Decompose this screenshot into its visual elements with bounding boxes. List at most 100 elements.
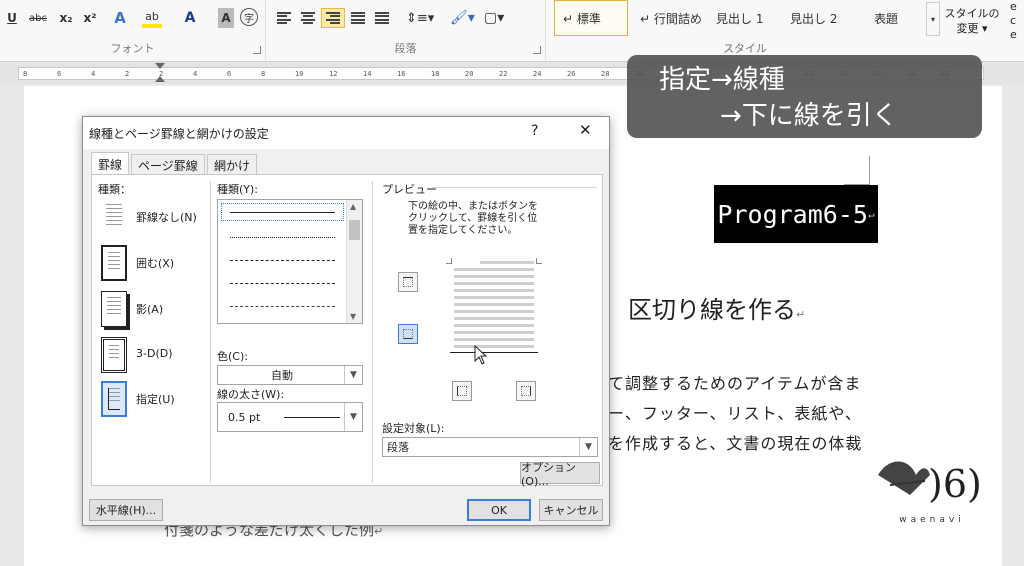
setting-label: 種類： (98, 183, 131, 196)
preview-area[interactable] (446, 258, 542, 365)
strikethrough-button[interactable]: abc (28, 8, 48, 28)
setting-none-icon (101, 199, 127, 235)
superscript-button[interactable]: x² (80, 8, 100, 28)
width-label: 線の太さ(W): (217, 388, 285, 401)
shading-icon[interactable]: 🖌▾ (450, 8, 475, 28)
font-dialog-launcher[interactable] (253, 46, 261, 54)
borders-and-shading-dialog: 線種とページ罫線と網かけの設定 ? ✕ 罫線 ページ罫線 網かけ 種類： 罫線な… (82, 116, 610, 526)
styles-group: ↵ 標準 ↵ 行間詰め 見出し 1 見出し 2 表題 ▾ スタイル (546, 0, 944, 60)
line-style-solid[interactable] (230, 212, 335, 213)
style-heading-1[interactable]: 見出し 1 (708, 0, 771, 36)
paragraph-mark: ↵ (796, 308, 806, 321)
margin-corner-mark (869, 156, 870, 184)
align-right-button[interactable] (321, 8, 345, 28)
line-style-dashed[interactable] (230, 260, 335, 261)
program-label-text: Program6-5 (717, 199, 868, 229)
chevron-down-icon: ▼ (344, 366, 362, 384)
preview-corner (446, 258, 452, 264)
style-heading-2[interactable]: 見出し 2 (782, 0, 845, 36)
change-styles-button[interactable]: スタイルの 変更 ▾ (944, 6, 1000, 36)
distributed-button[interactable] (372, 8, 392, 28)
close-button[interactable]: ✕ (579, 121, 592, 139)
subscript-button[interactable]: x₂ (56, 8, 76, 28)
line-style-dash-dot[interactable] (230, 306, 335, 307)
setting-custom-icon (101, 381, 127, 417)
ruler-tick-label: 8 (23, 70, 28, 78)
body-line-1: て調整するためのアイテムが含ま (608, 374, 862, 393)
char-shading-button[interactable]: A (218, 8, 234, 28)
mouse-cursor-icon (474, 345, 488, 365)
preview-bottom-border (450, 352, 538, 353)
line-style-list[interactable]: ▲ ▼ (217, 199, 363, 324)
svg-text:)6): )6) (928, 462, 982, 506)
bottom-border-button[interactable] (398, 324, 418, 344)
cancel-button[interactable]: キャンセル (539, 499, 603, 521)
ruler-tick-label: 8 (261, 70, 266, 78)
style-title[interactable]: 表題 (866, 0, 906, 36)
apply-to-value: 段落 (387, 441, 409, 454)
align-left-button[interactable] (274, 8, 294, 28)
styles-more-button[interactable]: ▾ (926, 2, 940, 36)
indent-marker-icon[interactable] (155, 63, 165, 69)
color-select[interactable]: 自動 ▼ (217, 365, 363, 385)
top-border-button[interactable] (398, 272, 418, 292)
style-normal[interactable]: ↵ 標準 (554, 0, 628, 36)
enclose-chars-button[interactable]: 字 (240, 8, 258, 26)
font-group-label: フォント (110, 42, 155, 55)
setting-custom-label: 指定(U) (136, 393, 175, 406)
underline-button[interactable]: U (2, 8, 22, 28)
scroll-down-icon[interactable]: ▼ (350, 312, 356, 321)
line-style-label: 種類(Y): (217, 183, 259, 196)
tab-page-border[interactable]: ページ罫線 (131, 154, 205, 175)
ruler-tick-label: 6 (57, 70, 62, 78)
font-color-button[interactable]: A (180, 8, 200, 28)
waenavi-logo: )6) waenavi (870, 445, 990, 530)
highlight-button[interactable]: ab (142, 8, 162, 28)
setting-shadow-label: 影(A) (136, 303, 164, 316)
ruler-tick-label: 18 (431, 70, 440, 78)
options-button[interactable]: オプション(O)... (520, 461, 600, 488)
width-sample-line (284, 417, 340, 418)
preview-rule (432, 187, 597, 188)
text-effects-button[interactable]: A (110, 8, 130, 28)
align-center-button[interactable] (298, 8, 318, 28)
scroll-thumb[interactable] (349, 220, 360, 240)
paragraph-mark: ↵ (867, 207, 875, 221)
paragraph-dialog-launcher[interactable] (533, 46, 541, 54)
ruler-tick-label: 14 (363, 70, 372, 78)
help-button[interactable]: ? (531, 123, 538, 139)
line-style-long-dash[interactable] (230, 283, 335, 284)
heading-text: 区切り線を作る (628, 296, 796, 324)
tab-shading[interactable]: 網かけ (207, 154, 258, 175)
scroll-up-icon[interactable]: ▲ (350, 202, 356, 211)
ruler-tick-label: 2 (125, 70, 130, 78)
change-styles-label-2: 変更 ▾ (956, 22, 988, 35)
line-style-dotted[interactable] (230, 237, 335, 238)
ok-button[interactable]: OK (467, 499, 531, 521)
setting-shadow-icon (101, 291, 127, 327)
styles-group-label: スタイル (723, 42, 767, 55)
ruler-tick-label: 28 (601, 70, 610, 78)
borders-icon[interactable]: ▢▾ (484, 8, 504, 28)
line-style-scrollbar[interactable]: ▲ ▼ (346, 200, 362, 323)
ribbon: U abc x₂ x² A ab A A 字 フォント ⇕≡▾ 🖌▾ ▢▾ 段落… (0, 0, 1024, 62)
horizontal-line-button[interactable]: 水平線(H)... (89, 499, 163, 521)
ruler-tick-label: 10 (295, 70, 304, 78)
hanging-indent-icon[interactable] (155, 76, 165, 82)
side-panel-text: e c e (1010, 0, 1024, 42)
ruler-tick-label: 20 (465, 70, 474, 78)
bird-logo-icon: )6) (878, 461, 982, 506)
program-label: Program6-5 ↵ (714, 185, 878, 243)
line-spacing-icon[interactable]: ⇕≡▾ (406, 8, 434, 28)
ruler-tick-label: 6 (227, 70, 232, 78)
color-value: 自動 (271, 369, 293, 382)
setting-none-label: 罫線なし(N) (136, 211, 197, 224)
setting-3d-icon (101, 337, 127, 373)
style-no-spacing[interactable]: ↵ 行間詰め (632, 0, 710, 36)
width-select[interactable]: 0.5 pt ▼ (217, 402, 363, 432)
tab-borders[interactable]: 罫線 (91, 152, 130, 175)
left-border-button[interactable] (452, 381, 472, 401)
right-border-button[interactable] (516, 381, 536, 401)
apply-to-select[interactable]: 段落 ▼ (382, 437, 598, 457)
justify-button[interactable] (348, 8, 368, 28)
